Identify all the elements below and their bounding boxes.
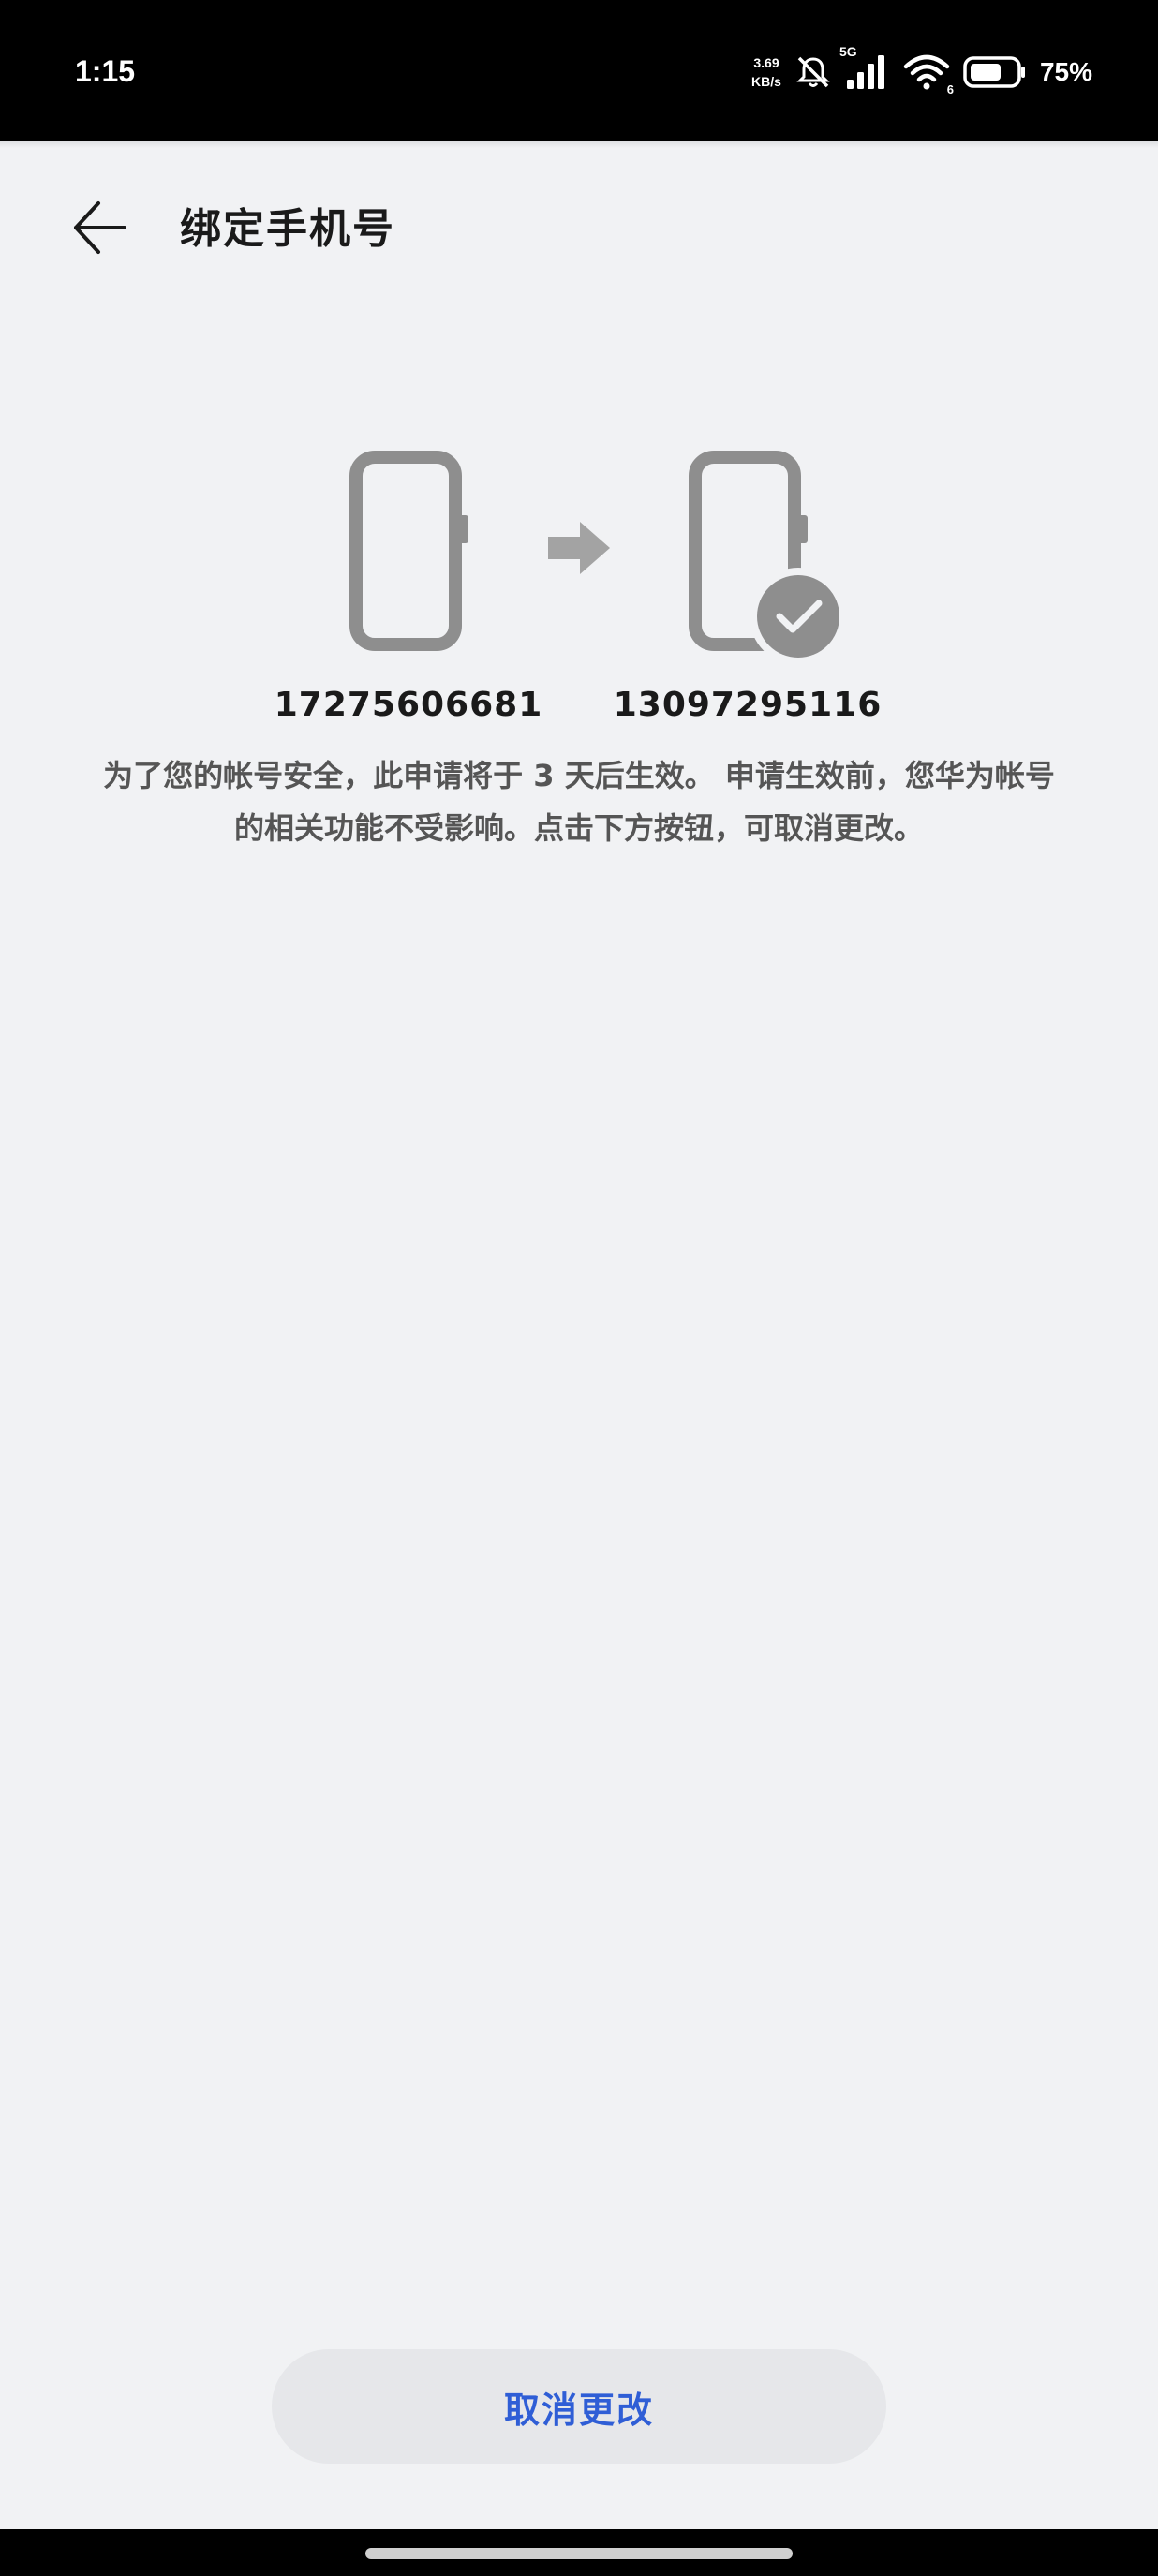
wifi-badge: 6 (946, 82, 954, 96)
header-shadow (0, 141, 1158, 148)
back-button[interactable] (58, 187, 142, 272)
navigation-bar (0, 2529, 1158, 2576)
status-time: 1:15 (75, 54, 136, 88)
status-bar: 1:15 3.69 KB/s 5G 6 75% (0, 0, 1158, 141)
new-phone-number: 13097295116 (613, 686, 883, 724)
old-phone-number: 17275606681 (274, 686, 543, 724)
notice-line-2: 的相关功能不受影响。点击下方按钮，可取消更改。 (233, 810, 924, 846)
notice-text: 为了您的帐号安全，此申请将于 3 天后生效。 申请生效前，您华为帐号 的相关功能… (56, 749, 1102, 854)
network-speed-value: 3.69 (753, 55, 779, 70)
cellular-signal-icon: 5G (839, 44, 890, 91)
cancel-change-button[interactable]: 取消更改 (272, 2349, 886, 2464)
page-title: 绑定手机号 (180, 205, 395, 253)
phone-icon (349, 450, 470, 659)
battery-icon (963, 55, 1027, 89)
change-illustration (0, 450, 1158, 674)
app-screen: 绑定手机号 17275606681 13097295116 为了您的帐号安全，此… (0, 141, 1158, 2529)
status-icons: 3.69 KB/s 5G 6 75% (751, 44, 1092, 96)
home-indicator[interactable] (365, 2548, 793, 2559)
battery-percent: 75% (1039, 57, 1092, 86)
phone-verified-icon (688, 450, 847, 678)
bell-off-icon (794, 53, 832, 91)
network-speed-unit: KB/s (751, 74, 781, 89)
network-type: 5G (839, 44, 857, 59)
arrow-right-icon (546, 520, 612, 580)
network-speed: 3.69 KB/s (751, 53, 781, 91)
wifi-icon: 6 (903, 53, 954, 96)
arrow-left-icon (72, 200, 128, 259)
notice-line-1: 为了您的帐号安全，此申请将于 3 天后生效。 申请生效前，您华为帐号 (103, 758, 1055, 793)
